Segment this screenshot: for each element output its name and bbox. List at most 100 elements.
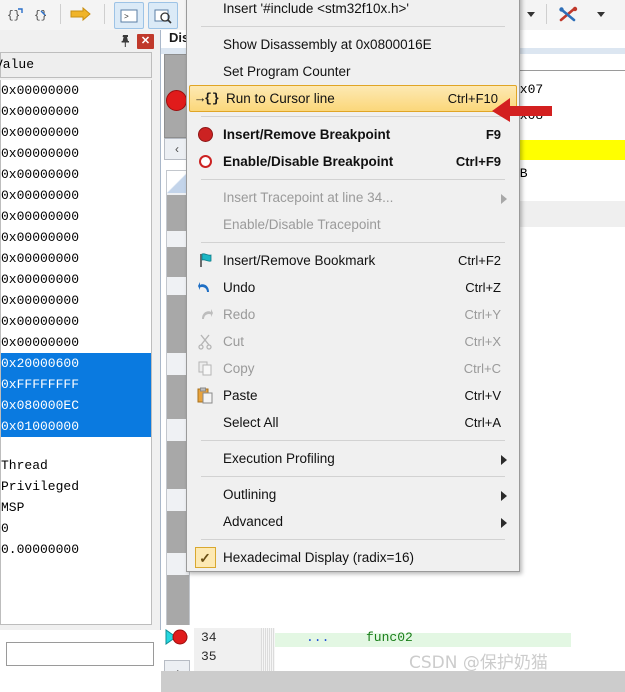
register-mode-row[interactable]: MSP xyxy=(1,497,151,518)
menu-item-execution-profiling[interactable]: Execution Profiling xyxy=(187,445,519,472)
chevron-down-icon xyxy=(527,12,535,17)
toolbar-dropdown-1[interactable] xyxy=(522,2,540,27)
menu-item-show-disassembly-at-0x0800016e[interactable]: Show Disassembly at 0x0800016E xyxy=(187,31,519,58)
register-value-row[interactable]: 0x00000000 xyxy=(1,269,151,290)
registers-panel-titlebar: ✕ xyxy=(0,30,160,52)
menu-item-label: Advanced xyxy=(223,514,284,529)
menu-item-label: Run to Cursor line xyxy=(226,91,335,106)
menu-item-shortcut: Ctrl+Y xyxy=(464,307,501,322)
menu-item-outlining[interactable]: Outlining xyxy=(187,481,519,508)
command-window-icon[interactable]: > xyxy=(114,2,144,29)
menu-item-label: Undo xyxy=(223,280,256,295)
editor-context-menu[interactable]: Insert '#include <stm32f10x.h>' Show Disa… xyxy=(186,0,520,572)
register-mode-row[interactable]: 0.00000000 xyxy=(1,539,151,560)
register-value-row[interactable]: 0x20000600 xyxy=(1,353,151,374)
menu-item-label: Outlining xyxy=(223,487,277,502)
register-value-row[interactable]: 0x00000000 xyxy=(1,227,151,248)
menu-item-enable-disable-tracepoint: Enable/Disable Tracepoint xyxy=(187,211,519,238)
register-mode-row[interactable]: 0 xyxy=(1,518,151,539)
run-to-line-icon[interactable] xyxy=(68,2,94,26)
register-value-row[interactable]: 0x00000000 xyxy=(1,80,151,101)
code-separator xyxy=(506,70,625,71)
gutter-hatch-strip xyxy=(261,628,275,671)
copy-icon xyxy=(187,355,223,382)
menu-item-label: Execution Profiling xyxy=(223,451,335,466)
breakpoint-hollow-icon xyxy=(187,148,223,175)
menu-item-insert-include-stm32f10x-h[interactable]: Insert '#include <stm32f10x.h>' xyxy=(187,0,519,22)
menu-item-shortcut: Ctrl+C xyxy=(463,361,501,376)
step-into-icon[interactable]: {} xyxy=(4,2,26,26)
menu-item-shortcut: Ctrl+F2 xyxy=(458,253,501,268)
menu-item-label: Cut xyxy=(223,334,245,349)
menu-item-label: Copy xyxy=(223,361,255,376)
register-mode-row[interactable]: Thread xyxy=(1,455,151,476)
run-to-cursor-icon: →{} xyxy=(196,91,220,106)
menu-item-advanced[interactable]: Advanced xyxy=(187,508,519,535)
breakpoint-marker-icon[interactable] xyxy=(166,90,187,111)
register-value-row[interactable]: 0x00000000 xyxy=(1,248,151,269)
symbol-window-icon[interactable] xyxy=(148,2,178,29)
breakpoint-filled-icon xyxy=(187,121,223,148)
menu-separator xyxy=(201,242,505,243)
undo-icon xyxy=(187,274,223,301)
pin-icon[interactable] xyxy=(118,34,132,48)
registers-panel: ✕ Value 0x000000000x000000000x000000000x… xyxy=(0,30,161,666)
menu-item-shortcut: Ctrl+F9 xyxy=(455,154,501,169)
chevron-down-icon-2 xyxy=(597,12,605,17)
menu-item-hexadecimal-display-radix-16[interactable]: ✓ Hexadecimal Display (radix=16) xyxy=(187,544,519,571)
register-value-row[interactable]: 0x00000000 xyxy=(1,206,151,227)
register-value-row[interactable]: 0xFFFFFFFF xyxy=(1,374,151,395)
menu-item-label: Enable/Disable Tracepoint xyxy=(223,217,381,232)
menu-item-label: Insert/Remove Bookmark xyxy=(223,253,376,268)
menu-item-icon-slot xyxy=(187,31,223,58)
submenu-arrow-icon xyxy=(501,194,507,204)
redo-icon xyxy=(187,301,223,328)
register-value-row[interactable]: 0x00000000 xyxy=(1,311,151,332)
menu-separator xyxy=(201,116,505,117)
register-value-row[interactable]: 0x00000000 xyxy=(1,164,151,185)
menu-item-run-to-cursor-line[interactable]: →{} Run to Cursor line Ctrl+F10 xyxy=(189,85,517,112)
register-mode-row[interactable]: Privileged xyxy=(1,476,151,497)
watermark-text: CSDN @保护奶猫 xyxy=(409,653,548,673)
menu-item-insert-remove-bookmark[interactable]: Insert/Remove Bookmark Ctrl+F2 xyxy=(187,247,519,274)
close-panel-button[interactable]: ✕ xyxy=(137,34,154,49)
panel-input-box[interactable] xyxy=(6,642,154,666)
menu-item-select-all[interactable]: Select All Ctrl+A xyxy=(187,409,519,436)
registers-value-list[interactable]: 0x00000000 0x00000000 0x00000000 0x00000000… xyxy=(0,80,152,625)
step-out-icon[interactable]: {} xyxy=(30,2,52,26)
hex-display-check-icon: ✓ xyxy=(187,544,223,571)
source-code-text: ... xyxy=(306,630,330,645)
menu-item-paste[interactable]: Paste Ctrl+V xyxy=(187,382,519,409)
register-value-row[interactable]: 0x080000EC xyxy=(1,395,151,416)
register-value-row[interactable]: 0x00000000 xyxy=(1,101,151,122)
tools-icon[interactable] xyxy=(556,2,584,27)
register-value-row[interactable]: 0x00000000 xyxy=(1,143,151,164)
toolbar-separator-3 xyxy=(546,4,547,24)
menu-item-insert-tracepoint-at-line-34: Insert Tracepoint at line 34... xyxy=(187,184,519,211)
menu-item-set-program-counter[interactable]: Set Program Counter xyxy=(187,58,519,85)
menu-item-copy: Copy Ctrl+C xyxy=(187,355,519,382)
svg-text:>: > xyxy=(124,13,129,22)
register-value-row[interactable]: 0x01000000 xyxy=(1,416,151,437)
menu-item-insert-remove-breakpoint[interactable]: Insert/Remove Breakpoint F9 xyxy=(187,121,519,148)
menu-separator xyxy=(201,476,505,477)
menu-item-label: Insert/Remove Breakpoint xyxy=(223,127,391,142)
register-value-row[interactable]: 0x00000000 xyxy=(1,290,151,311)
menu-item-label: Insert Tracepoint at line 34... xyxy=(223,190,394,205)
menu-item-icon-slot xyxy=(187,184,223,211)
register-value-row[interactable]: 0x00000000 xyxy=(1,185,151,206)
menu-item-enable-disable-breakpoint[interactable]: Enable/Disable Breakpoint Ctrl+F9 xyxy=(187,148,519,175)
menu-item-undo[interactable]: Undo Ctrl+Z xyxy=(187,274,519,301)
menu-item-icon-slot xyxy=(187,211,223,238)
menu-separator xyxy=(201,440,505,441)
menu-item-label: Insert '#include <stm32f10x.h>' xyxy=(223,1,410,16)
menu-separator xyxy=(201,179,505,180)
register-value-row[interactable]: 0x00000000 xyxy=(1,332,151,353)
horizontal-scrollbar[interactable] xyxy=(161,671,625,692)
value-column-header: Value xyxy=(0,52,152,78)
scrollbar-block xyxy=(167,575,189,625)
current-line-highlight xyxy=(506,140,625,160)
toolbar-dropdown-2[interactable] xyxy=(592,2,610,27)
register-value-row[interactable]: 0x00000000 xyxy=(1,122,151,143)
menu-item-label: Select All xyxy=(223,415,279,430)
